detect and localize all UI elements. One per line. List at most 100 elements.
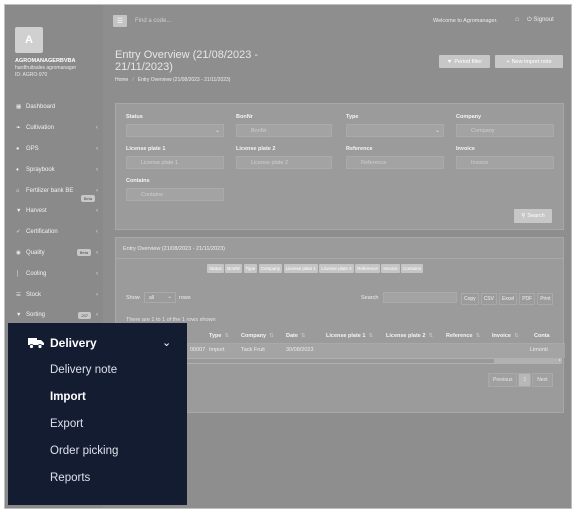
avatar[interactable]: A: [15, 27, 43, 53]
export-print-button[interactable]: Print: [537, 293, 554, 305]
column-toggle-license-plate-1[interactable]: License plate 1: [283, 264, 318, 273]
column-header-contains[interactable]: Conta: [534, 333, 550, 339]
bonnr-input[interactable]: BonNr: [236, 124, 332, 137]
thermometer-icon: │: [16, 270, 20, 277]
column-header-license-plate-2[interactable]: License plate 2 ⇅: [386, 333, 433, 339]
bonnr-label: BonNr: [236, 114, 253, 120]
welcome-text: Welcome to Agromanager.: [433, 18, 498, 24]
chevron-left-icon: ‹: [96, 208, 98, 215]
scroll-right-icon[interactable]: ▸: [559, 357, 561, 362]
company-input[interactable]: Company: [456, 124, 554, 137]
pagination-previous[interactable]: Previous: [488, 373, 518, 387]
column-toggle-contains[interactable]: Contains: [401, 264, 423, 273]
hamburger-icon: ☰: [116, 18, 124, 25]
column-toggle-license-plate-2[interactable]: License plate 2: [319, 264, 354, 273]
delivery-menu-item-order-picking[interactable]: Order picking: [50, 445, 118, 457]
reference-input[interactable]: Reference: [346, 156, 444, 169]
horizontal-scrollbar[interactable]: ▸: [186, 357, 562, 364]
pagination-next[interactable]: Next: [532, 373, 553, 387]
org-id: ID: AGRO-970: [15, 72, 48, 78]
truck-icon: [28, 338, 44, 349]
column-toggle-type[interactable]: Type: [243, 264, 258, 273]
cell-date: 30/08/2023: [286, 347, 314, 353]
delivery-menu-item-delivery-note[interactable]: Delivery note: [50, 364, 117, 376]
contains-label: Contains: [126, 178, 150, 184]
period-filter-button[interactable]: ▼ Period filter: [439, 55, 490, 68]
sidebar-item-cultivation[interactable]: ❧ Cultivation ‹: [5, 118, 103, 139]
sidebar-item-label: Fertilizer bank BE: [26, 187, 74, 194]
delivery-menu-item-export[interactable]: Export: [50, 418, 83, 430]
sidebar-item-fertilizer-bank-be[interactable]: ⌂ Fertilizer bank BE Beta ‹: [5, 180, 103, 203]
column-header-invoice[interactable]: Invoice ⇅: [492, 333, 519, 339]
delivery-menu-item-import[interactable]: Import: [50, 391, 86, 403]
type-label: Type: [346, 114, 359, 120]
sidebar-item-label: Spraybook: [26, 166, 55, 173]
sidebar-item-harvest[interactable]: ▼ Harvest ‹: [5, 201, 103, 222]
pagination-page-1[interactable]: 1: [518, 373, 532, 387]
breadcrumb-home[interactable]: Home: [115, 77, 128, 83]
column-header-company[interactable]: Company ⇅: [241, 333, 274, 339]
sidebar-item-spraybook[interactable]: ♦ Spraybook ‹: [5, 159, 103, 180]
export-copy-button[interactable]: Copy: [461, 293, 479, 305]
license-plate-1-input[interactable]: License plate 1: [126, 156, 224, 169]
rows-per-page-select[interactable]: all ⌄: [144, 292, 176, 303]
invoice-input[interactable]: Invoice: [456, 156, 554, 169]
delivery-menu-header[interactable]: Delivery: [28, 336, 97, 350]
code-search-input[interactable]: Find a code...: [135, 18, 171, 24]
column-header-type[interactable]: Type ⇅: [209, 333, 229, 339]
leaf-icon: ❧: [16, 125, 21, 132]
home-icon[interactable]: ⌂: [515, 16, 519, 23]
menu-toggle-button[interactable]: ☰: [113, 15, 127, 27]
sidebar-item-cooling[interactable]: │ Cooling ‹: [5, 263, 103, 284]
dashboard-icon: ▦: [16, 104, 22, 111]
column-toggle-invoice[interactable]: Invoice: [381, 264, 400, 273]
column-toggle-bonnr[interactable]: BonNr: [225, 264, 243, 273]
type-select[interactable]: ⌄: [346, 124, 444, 137]
sidebar-item-quality[interactable]: ◉ Quality Beta ‹: [5, 243, 103, 264]
divider: [116, 258, 563, 259]
sidebar-item-stock[interactable]: ☰ Stock ‹: [5, 284, 103, 305]
breadcrumb-current: Entry Overview (21/08/2023 - 21/11/2023): [137, 77, 231, 83]
column-toggle-company[interactable]: Company: [258, 264, 283, 273]
status-label: Status: [126, 114, 143, 120]
column-header-date[interactable]: Date ⇅: [286, 333, 306, 339]
column-toggle-reference[interactable]: Reference: [355, 264, 380, 273]
filter-icon: ▼: [16, 312, 22, 319]
sidebar-item-label: Cultivation: [26, 125, 55, 132]
sidebar-item-certification[interactable]: ✓ Certification ‹: [5, 222, 103, 243]
certificate-icon: ✓: [16, 229, 21, 236]
status-select[interactable]: ⌄: [126, 124, 224, 137]
pagination: Previous 1 Next: [488, 373, 553, 387]
org-subtitle: hardfruitsales agromanager: [15, 65, 77, 71]
export-buttons: Copy CSV Excel PDF Print: [461, 293, 554, 305]
search-button[interactable]: ⚲ Search: [514, 209, 552, 223]
export-pdf-button[interactable]: PDF: [519, 293, 536, 305]
chevron-left-icon: ‹: [96, 145, 98, 152]
delivery-menu-item-reports[interactable]: Reports: [50, 472, 90, 484]
sidebar-item-dashboard[interactable]: ▦ Dashboard: [5, 97, 103, 118]
contains-input[interactable]: Contains: [126, 188, 224, 201]
sidebar-item-label: Quality: [26, 249, 45, 256]
cell-type: Import: [209, 347, 225, 353]
export-csv-button[interactable]: CSV: [480, 293, 497, 305]
stock-icon: ☰: [16, 291, 21, 298]
scrollbar-thumb[interactable]: [186, 359, 494, 363]
chevron-down-icon: ⌄: [214, 128, 220, 134]
signout-link[interactable]: ⏻ Signout: [527, 17, 554, 24]
export-excel-button[interactable]: Excel: [498, 293, 518, 305]
license-plate-2-input[interactable]: License plate 2: [236, 156, 332, 169]
sidebar-item-label: Sorting: [26, 312, 46, 319]
sidebar-item-gps[interactable]: ● GPS ‹: [5, 139, 103, 160]
column-toggle-status[interactable]: Status: [207, 264, 224, 273]
new-import-note-button[interactable]: + New import note: [495, 55, 563, 68]
chevron-left-icon: ‹: [96, 125, 98, 132]
table-search-input[interactable]: [383, 292, 457, 303]
chevron-down-icon: ⌄: [434, 128, 440, 134]
new-import-label: New import note: [511, 58, 552, 65]
column-header-reference[interactable]: Reference ⇅: [446, 333, 480, 339]
sidebar-item-label: Dashboard: [26, 104, 56, 111]
sidebar-badge: 237: [78, 311, 91, 319]
column-header-license-plate-1[interactable]: License plate 1 ⇅: [326, 333, 373, 339]
sidebar-nav: ▦ Dashboard ❧ Cultivation ‹ ● GPS ‹ ♦ Spraybook ‹ ⌂…: [5, 97, 103, 326]
chevron-down-icon[interactable]: ⌄: [162, 336, 171, 349]
